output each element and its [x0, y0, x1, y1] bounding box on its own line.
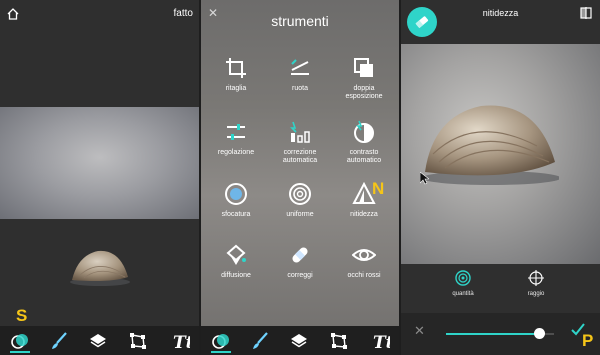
brush-icon[interactable] [49, 331, 69, 351]
active-tab-indicator [211, 351, 231, 353]
sharpen-panel: nitidezza quantità raggio ✕ P [401, 0, 600, 355]
tool-crop[interactable]: ritaglia [204, 56, 268, 93]
photo-preview [401, 44, 600, 264]
bottom-toolbar: Tt [201, 326, 399, 355]
transform-icon[interactable] [329, 331, 349, 351]
cancel-button[interactable]: ✕ [414, 323, 425, 339]
tool-auto-contrast[interactable]: contrasto automatico [332, 120, 396, 165]
auto-contrast-icon [354, 120, 374, 143]
tool-smooth[interactable]: uniforme [268, 182, 332, 219]
tools-title: strumenti [271, 13, 329, 29]
effects-icon[interactable] [10, 331, 30, 351]
smooth-icon [289, 183, 311, 205]
text-icon[interactable]: Tt [170, 331, 190, 351]
tool-label: correzione automatica [282, 149, 318, 164]
tool-auto-fix[interactable]: correzione automatica [268, 120, 332, 165]
option-label: raggio [527, 291, 545, 297]
text-icon[interactable]: Tt [370, 331, 390, 351]
tool-rotate[interactable]: ruota [268, 56, 332, 93]
tool-label: regolazione [217, 149, 255, 156]
compare-icon[interactable] [580, 7, 592, 19]
tool-label: ruota [292, 85, 308, 92]
active-tab-indicator [10, 351, 30, 353]
shell-image [421, 105, 559, 185]
svg-text:Tt: Tt [373, 333, 390, 351]
tool-title: nitidezza [482, 8, 519, 18]
tool-label: correggi [287, 272, 313, 279]
adjust-icon [227, 124, 245, 140]
tool-sharpen[interactable]: nitidezza [332, 182, 396, 219]
effects-icon[interactable] [211, 331, 231, 351]
amount-slider[interactable] [446, 328, 554, 339]
tool-label: nitidezza [350, 211, 378, 218]
slider-bar: ✕ [401, 313, 600, 355]
tool-blur[interactable]: sfocatura [204, 182, 268, 219]
tool-label: occhi rossi [347, 272, 381, 279]
svg-text:Tt: Tt [173, 333, 190, 351]
tool-label: ritaglia [225, 85, 247, 92]
option-amount[interactable]: quantità [435, 270, 491, 297]
rotate-icon [291, 59, 309, 75]
layers-icon[interactable] [88, 331, 108, 351]
annotation-letter-s: S [16, 306, 28, 325]
slider-fill [446, 333, 539, 335]
diffusion-icon [226, 244, 246, 265]
heal-icon [292, 247, 308, 263]
amount-icon [455, 270, 471, 286]
done-button[interactable]: fatto [174, 8, 193, 19]
blur-icon [225, 183, 247, 205]
annotation-letter-p: P [582, 331, 594, 350]
editor-panel: fatto S T [0, 0, 199, 355]
shell-image [70, 250, 130, 286]
tool-diffusion[interactable]: diffusione [204, 243, 268, 280]
double-exposure-icon [354, 58, 373, 77]
tool-red-eye[interactable]: occhi rossi [332, 243, 396, 280]
option-label: quantità [452, 291, 474, 297]
home-icon[interactable] [6, 7, 20, 21]
tool-label: contrasto automatico [346, 149, 382, 164]
transform-icon[interactable] [128, 331, 148, 351]
red-eye-icon [352, 249, 376, 261]
photo-preview [0, 107, 199, 286]
auto-fix-icon [290, 121, 310, 143]
tool-adjust[interactable]: regolazione [204, 120, 268, 157]
bottom-toolbar: Tt [0, 326, 199, 355]
radius-icon [528, 270, 544, 286]
tool-label: doppia esposizione [345, 85, 383, 100]
slider-knob[interactable] [533, 328, 545, 339]
pointer-cursor-icon [420, 172, 429, 185]
crop-icon [226, 58, 246, 78]
tool-heal[interactable]: correggi [268, 243, 332, 280]
tool-label: diffusione [221, 272, 251, 279]
layers-icon[interactable] [289, 331, 309, 351]
tools-panel: ✕ strumenti ritaglia ruota doppia esposi… [201, 0, 399, 355]
tool-label: uniforme [286, 211, 314, 218]
annotation-letter-n: N [372, 179, 385, 198]
tool-label: sfocatura [221, 211, 251, 218]
brush-icon[interactable] [250, 331, 270, 351]
tool-double-exposure[interactable]: doppia esposizione [332, 56, 396, 101]
option-radius[interactable]: raggio [508, 270, 564, 297]
